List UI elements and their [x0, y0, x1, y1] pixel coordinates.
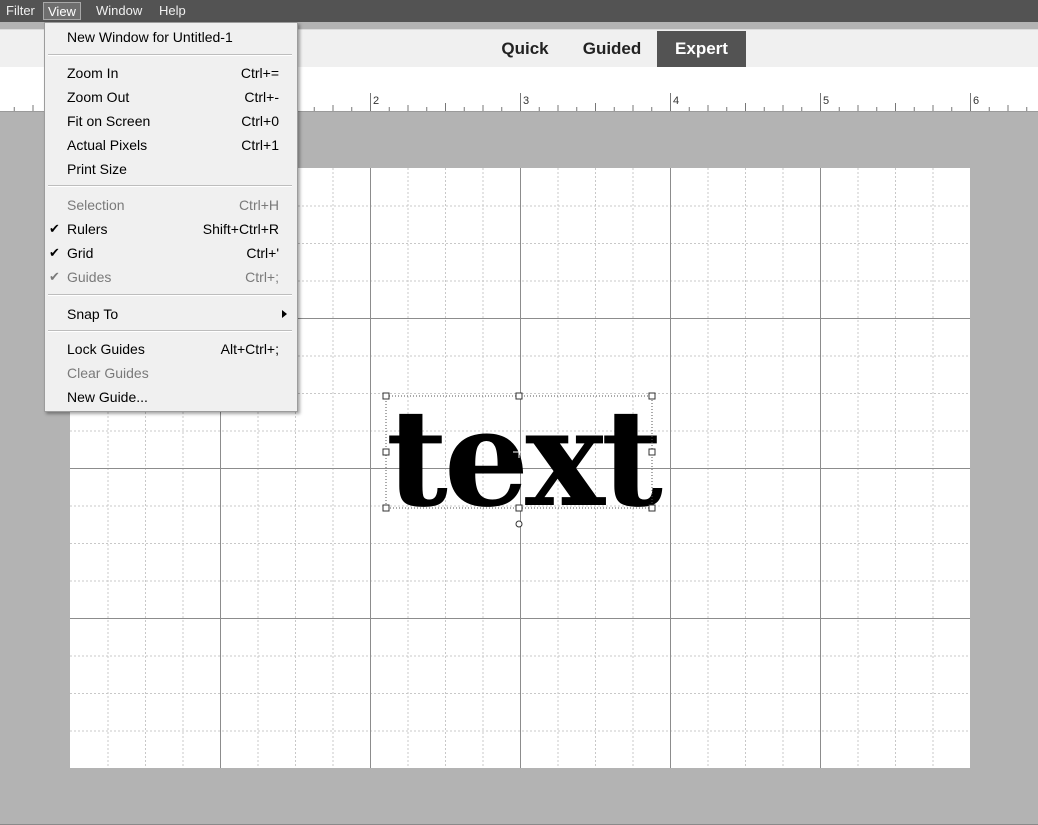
rotate-handle	[515, 520, 523, 528]
menu-separator	[48, 54, 292, 56]
menu-separator	[48, 185, 292, 187]
menu-item-shortcut: Ctrl+=	[240, 65, 279, 81]
submenu-arrow-icon	[282, 310, 287, 318]
text-layer[interactable]: text	[382, 388, 663, 536]
menu-item-label: Snap To	[67, 306, 119, 322]
menu-view[interactable]: View	[43, 2, 81, 20]
menu-item-label: New Window for Untitled-1	[67, 29, 233, 45]
menu-bar: Filter View Window Help	[0, 0, 1038, 22]
ruler-label-2: 2	[373, 95, 380, 107]
transform-handle-ml	[382, 448, 390, 456]
menu-item-label: Selection	[67, 197, 125, 213]
transform-handle-tl	[382, 392, 390, 400]
menu-help[interactable]: Help	[155, 2, 190, 20]
menu-item-label: Lock Guides	[67, 341, 145, 357]
menu-item-print-size[interactable]: Print Size	[45, 158, 297, 182]
ruler-label-6: 6	[973, 95, 980, 107]
menu-item-fit-on-screen[interactable]: Fit on Screen Ctrl+0	[45, 110, 297, 134]
checkmark-icon: ✔	[49, 245, 60, 260]
ruler-label-3: 3	[523, 95, 530, 107]
menu-item-shortcut: Ctrl+H	[238, 197, 279, 213]
menu-item-label: New Guide...	[67, 389, 148, 405]
menu-item-lock-guides[interactable]: Lock Guides Alt+Ctrl+;	[45, 338, 297, 362]
checkmark-icon: ✔	[49, 221, 60, 236]
menu-item-new-window[interactable]: New Window for Untitled-1	[45, 26, 297, 50]
menu-item-shortcut: Shift+Ctrl+R	[202, 221, 279, 237]
menu-item-label: Zoom In	[67, 65, 119, 81]
menu-item-label: Actual Pixels	[67, 137, 148, 153]
menu-separator	[48, 294, 292, 296]
ruler-label-4: 4	[673, 95, 680, 107]
transform-handle-bl	[382, 504, 390, 512]
menu-filter[interactable]: Filter	[2, 2, 39, 20]
menu-item-zoom-in[interactable]: Zoom In Ctrl+=	[45, 62, 297, 86]
transform-bounding-box[interactable]	[380, 390, 658, 540]
menu-item-shortcut: Ctrl+0	[241, 113, 279, 129]
transform-handle-bc	[515, 504, 523, 512]
menu-item-new-guide[interactable]: New Guide...	[45, 386, 297, 410]
menu-item-shortcut: Ctrl+1	[241, 137, 279, 153]
menu-item-shortcut: Ctrl+-	[244, 89, 279, 105]
menu-item-actual-pixels[interactable]: Actual Pixels Ctrl+1	[45, 134, 297, 158]
menu-item-label: Grid	[67, 245, 94, 261]
menu-item-label: Fit on Screen	[67, 113, 151, 129]
menu-item-label: Guides	[67, 269, 112, 285]
menu-item-label: Rulers	[67, 221, 108, 237]
mode-expert[interactable]: Expert	[657, 31, 746, 67]
transform-handle-tr	[648, 392, 656, 400]
menu-item-rulers[interactable]: ✔ Rulers Shift+Ctrl+R	[45, 218, 297, 242]
menu-item-label: Print Size	[67, 161, 127, 177]
ruler-label-5: 5	[823, 95, 830, 107]
menu-item-snap-to[interactable]: Snap To	[45, 303, 297, 327]
reference-point-icon	[513, 446, 525, 458]
menu-separator	[48, 330, 292, 332]
menu-item-selection: Selection Ctrl+H	[45, 194, 297, 218]
menu-item-shortcut: Ctrl+'	[246, 245, 279, 261]
transform-handle-tc	[515, 392, 523, 400]
menu-window[interactable]: Window	[92, 2, 146, 20]
menu-item-label: Zoom Out	[67, 89, 130, 105]
checkmark-icon: ✔	[49, 269, 60, 284]
menu-item-clear-guides: Clear Guides	[45, 362, 297, 386]
menu-item-shortcut: Alt+Ctrl+;	[220, 341, 279, 357]
transform-handle-mr	[648, 448, 656, 456]
mode-guided[interactable]: Guided	[574, 31, 650, 67]
transform-handle-br	[648, 504, 656, 512]
menu-item-shortcut: Ctrl+;	[245, 269, 279, 285]
menu-item-label: Clear Guides	[67, 365, 149, 381]
menu-item-grid[interactable]: ✔ Grid Ctrl+'	[45, 242, 297, 266]
menu-item-guides: ✔ Guides Ctrl+;	[45, 266, 297, 290]
menu-item-zoom-out[interactable]: Zoom Out Ctrl+-	[45, 86, 297, 110]
mode-quick[interactable]: Quick	[494, 31, 556, 67]
view-menu-dropdown: New Window for Untitled-1 Zoom In Ctrl+=…	[44, 22, 298, 412]
